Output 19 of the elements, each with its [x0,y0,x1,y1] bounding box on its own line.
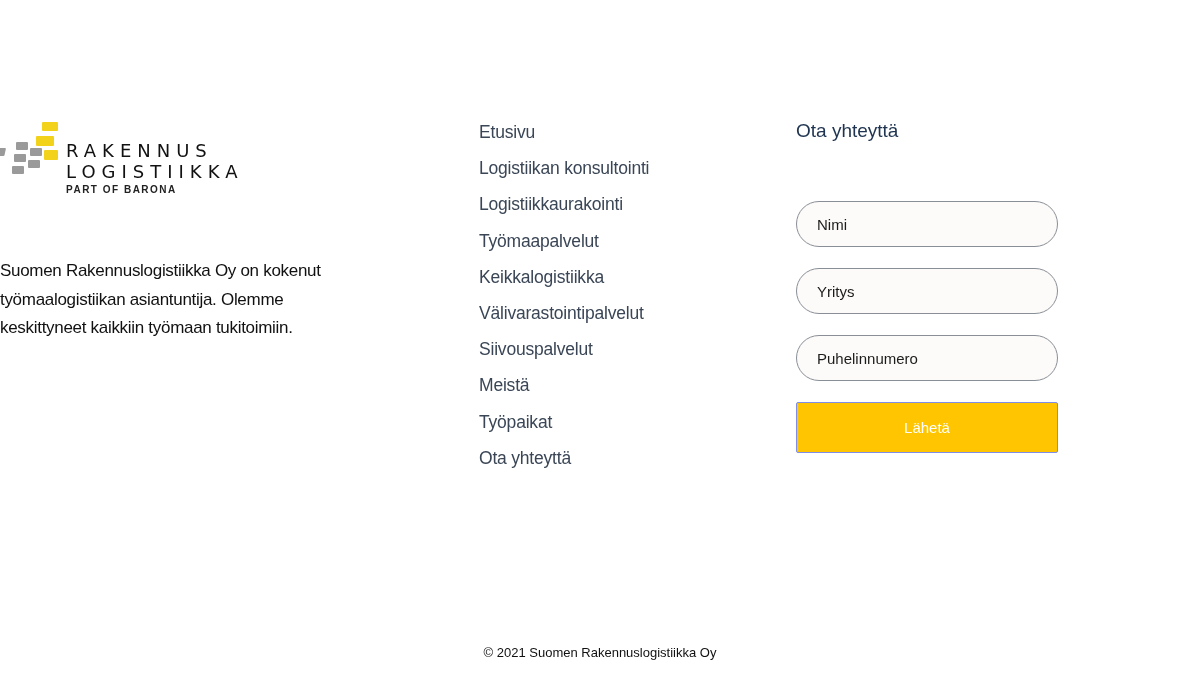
contact-heading: Ota yhteyttä [796,119,900,143]
input-field[interactable]: Yritys [796,268,1058,314]
nav-link[interactable]: Siivouspalvelut [479,331,593,368]
nav-link[interactable]: Ota yhteyttä [479,439,571,477]
nav-link[interactable]: Meistä [479,367,530,404]
nav-link[interactable]: Logistiikan konsultointi [479,150,650,187]
nav-link[interactable]: Etusivu [479,114,535,151]
logo-wordmark: RAKENNUS [66,140,214,161]
nav-link[interactable]: Välivarastointipalvelut [479,295,644,332]
company-description: Suomen Rakennuslogistiikka Oy on kokenut työmaalogistiikan asiantuntija. Olemme keskittyneet kaikkiin työmaan tukitoimiin. [0,260,322,339]
nav-link[interactable]: Logistiikkaurakointi [479,186,623,223]
copyright-text: © 2021 Suomen Rakennuslogistiikka Oy [483,645,717,660]
input-field[interactable]: Nimi [796,201,1058,247]
logo-tagline: PART OF BARONA [66,184,178,195]
logo-wordmark: LOGISTIIKKA [66,161,244,182]
input-field[interactable]: Puhelinnumero [796,335,1058,381]
nav-link[interactable]: Työmaapalvelut [479,222,599,259]
nav-link[interactable]: Keikkalogistiikka [479,258,604,295]
nav-link[interactable]: Työpaikat [479,403,553,440]
